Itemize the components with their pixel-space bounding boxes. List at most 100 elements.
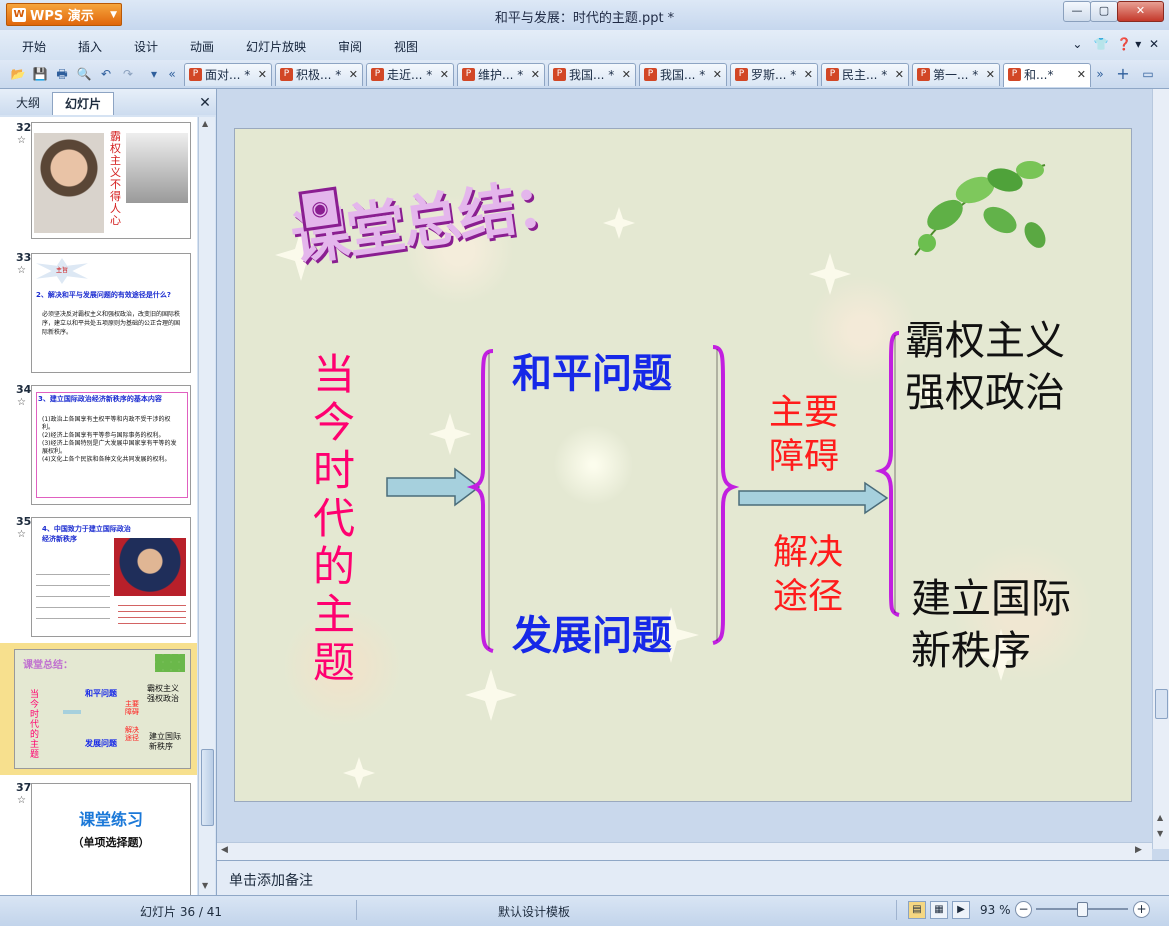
notes-pane[interactable]: 单击添加备注 [217,860,1169,896]
slide-thumbnail-36[interactable]: 36 课堂总结： 当今时代的主题 和平问题 发展问题 主要 障碍 解决 途径 霸… [0,643,197,775]
close-tab-icon[interactable]: ✕ [531,64,540,86]
scroll-tabs-left-icon[interactable]: « [164,66,180,82]
tab-slides[interactable]: 幻灯片 [52,92,114,115]
menu-view[interactable]: 视图 [394,38,418,55]
close-tab-icon[interactable]: ✕ [258,64,267,86]
slide-thumbnail-35[interactable]: 35 ☆ 4、中国致力于建立国际政治经济新秩序 [0,511,197,641]
undo-icon[interactable]: ↶ [98,66,114,82]
document-tab[interactable]: P 我国... * ✕ [548,63,636,86]
chevron-down-icon[interactable]: ▾ [1135,37,1141,51]
save-icon[interactable]: 💾 [32,66,48,82]
zoom-slider-knob[interactable] [1077,902,1088,917]
new-tab-icon[interactable]: + [1115,66,1131,82]
scrollbar-thumb[interactable] [1155,689,1168,719]
menu-start[interactable]: 开始 [22,38,46,55]
close-icon[interactable]: ✕ [198,92,212,114]
scroll-down-icon[interactable]: ▼ [202,881,208,890]
print-preview-icon[interactable]: 🔍 [76,66,92,82]
presentation-file-icon: P [735,68,748,81]
previous-slide-icon[interactable]: ▲ [1157,813,1163,822]
document-tab[interactable]: P 第一... * ✕ [912,63,1000,86]
document-tab[interactable]: P 维护... * ✕ [457,63,545,86]
presentation-file-icon: P [280,68,293,81]
arrow-to-issues [386,467,481,507]
scroll-up-icon[interactable]: ▲ [202,119,208,128]
document-tab[interactable]: P 积极... * ✕ [275,63,363,86]
slide-horizontal-scrollbar[interactable]: ◀ ▶ [217,842,1152,860]
close-tab-icon[interactable]: ✕ [895,64,904,86]
document-tab-label: 积极... * [296,68,342,82]
thumb-badge: 主旨 [36,258,88,284]
menu-bar: 开始 插入 设计 动画 幻灯片放映 审阅 视图 ⌄ 👕 ❓ ▾ ✕ [0,30,1169,60]
scroll-right-icon[interactable]: ▶ [1135,845,1142,855]
document-tab[interactable]: P 罗斯... * ✕ [730,63,818,86]
scroll-left-icon[interactable]: ◀ [221,845,228,855]
document-tab[interactable]: P 我国... * ✕ [639,63,727,86]
tab-outline[interactable]: 大纲 [6,92,50,114]
slide-sorter-view-icon[interactable]: ▦ [930,901,948,919]
slideshow-view-icon[interactable]: ▶ [952,901,970,919]
zoom-in-button[interactable]: + [1133,901,1150,918]
document-tab[interactable]: P 面对... * ✕ [184,63,272,86]
scrollbar-thumb[interactable] [201,749,214,826]
normal-view-icon[interactable]: ▤ [908,901,926,919]
slide-thumbnail-37[interactable]: 37 ☆ 课堂练习 （单项选择题） [0,777,197,895]
slide-preview: 课堂练习 （单项选择题） [31,783,191,895]
menu-insert[interactable]: 插入 [78,38,102,55]
minimize-button[interactable]: — [1063,1,1091,22]
slide-thumbnail-32[interactable]: 32 ☆ 霸权主义不得人心 [0,117,197,245]
close-ribbon-icon[interactable]: ✕ [1149,37,1159,51]
skin-icon[interactable]: 👕 [1094,37,1109,51]
slide-vertical-scrollbar[interactable]: ▲ ▼ [1152,89,1169,849]
status-bar: 幻灯片 36 / 41 默认设计模板 ▤ ▦ ▶ 93 % − + [0,895,1169,926]
slide-thumbnail-34[interactable]: 34 ☆ 3、建立国际政治经济新秩序的基本内容 (1)政治上各国享有主权平等和内… [0,379,197,509]
print-icon[interactable]: 🖶 [54,66,70,82]
zoom-level: 93 % [980,903,1011,917]
notes-placeholder[interactable]: 单击添加备注 [229,870,313,890]
open-folder-icon[interactable]: 📂 [10,66,26,82]
close-tab-icon[interactable]: ✕ [713,64,722,86]
photo-rally [126,133,188,203]
close-tab-icon[interactable]: ✕ [349,64,358,86]
redo-icon[interactable]: ↷ [120,66,136,82]
close-tab-icon[interactable]: ✕ [440,64,449,86]
slide-editor: 课堂总结： ◉ 当今时代的主题 和平问题 发展问题 主要 障碍 解决 途径 霸权… [217,89,1169,896]
close-tab-icon[interactable]: ✕ [1077,64,1086,86]
document-tab[interactable]: P 民主... * ✕ [821,63,909,86]
leaf-decoration [155,654,185,672]
menu-review[interactable]: 审阅 [338,38,362,55]
animation-star-icon: ☆ [17,795,26,806]
presentation-file-icon: P [826,68,839,81]
thumb-title: 课堂总结： [23,660,73,671]
document-tab[interactable]: P 走近... * ✕ [366,63,454,86]
thumb-line: (1)政治上各国享有主权平等和内政不受干涉的权利。 [42,416,171,431]
close-tab-icon[interactable]: ✕ [986,64,995,86]
toolbar-dropdown-icon[interactable]: ▾ [146,66,162,82]
collapse-ribbon-icon[interactable]: ⌄ [1072,37,1082,51]
slide-preview: 课堂总结： 当今时代的主题 和平问题 发展问题 主要 障碍 解决 途径 霸权主义… [14,649,191,769]
scroll-tabs-right-icon[interactable]: » [1092,66,1108,82]
document-tab[interactable]: P 和...* ✕ [1003,63,1091,87]
animation-star-icon: ☆ [17,529,26,540]
zoom-out-button[interactable]: − [1015,901,1032,918]
close-tab-icon[interactable]: ✕ [804,64,813,86]
presentation-file-icon: P [462,68,475,81]
slide-thumbnail-33[interactable]: 33 ☆ 主旨 2、解决和平与发展问题的有效途径是什么? 必须坚决反对霸权主义和… [0,247,197,377]
menu-animation[interactable]: 动画 [190,38,214,55]
maximize-button[interactable]: ▢ [1090,1,1118,22]
menu-design[interactable]: 设计 [134,38,158,55]
close-tab-icon[interactable]: ✕ [622,64,631,86]
solution-path-label: 解决 途径 [772,533,843,617]
slide-number: 35 [16,515,32,528]
thumbnail-scrollbar[interactable]: ▲ ▼ [198,117,215,895]
next-slide-icon[interactable]: ▼ [1157,829,1163,838]
menu-slideshow[interactable]: 幻灯片放映 [246,38,306,55]
slide-canvas[interactable]: 课堂总结： ◉ 当今时代的主题 和平问题 发展问题 主要 障碍 解决 途径 霸权… [235,129,1131,801]
document-tab-label: 维护... * [478,68,524,82]
close-button[interactable]: ✕ [1117,1,1164,22]
tab-list-icon[interactable]: ▭ [1140,66,1156,82]
slide-preview: 3、建立国际政治经济新秩序的基本内容 (1)政治上各国享有主权平等和内政不受干涉… [31,385,191,505]
document-tab-label: 我国... * [660,68,706,82]
help-icon[interactable]: ❓ [1116,37,1131,51]
slide-preview: 主旨 2、解决和平与发展问题的有效途径是什么? 必须坚决反对霸权主义和强权政治，… [31,253,191,373]
